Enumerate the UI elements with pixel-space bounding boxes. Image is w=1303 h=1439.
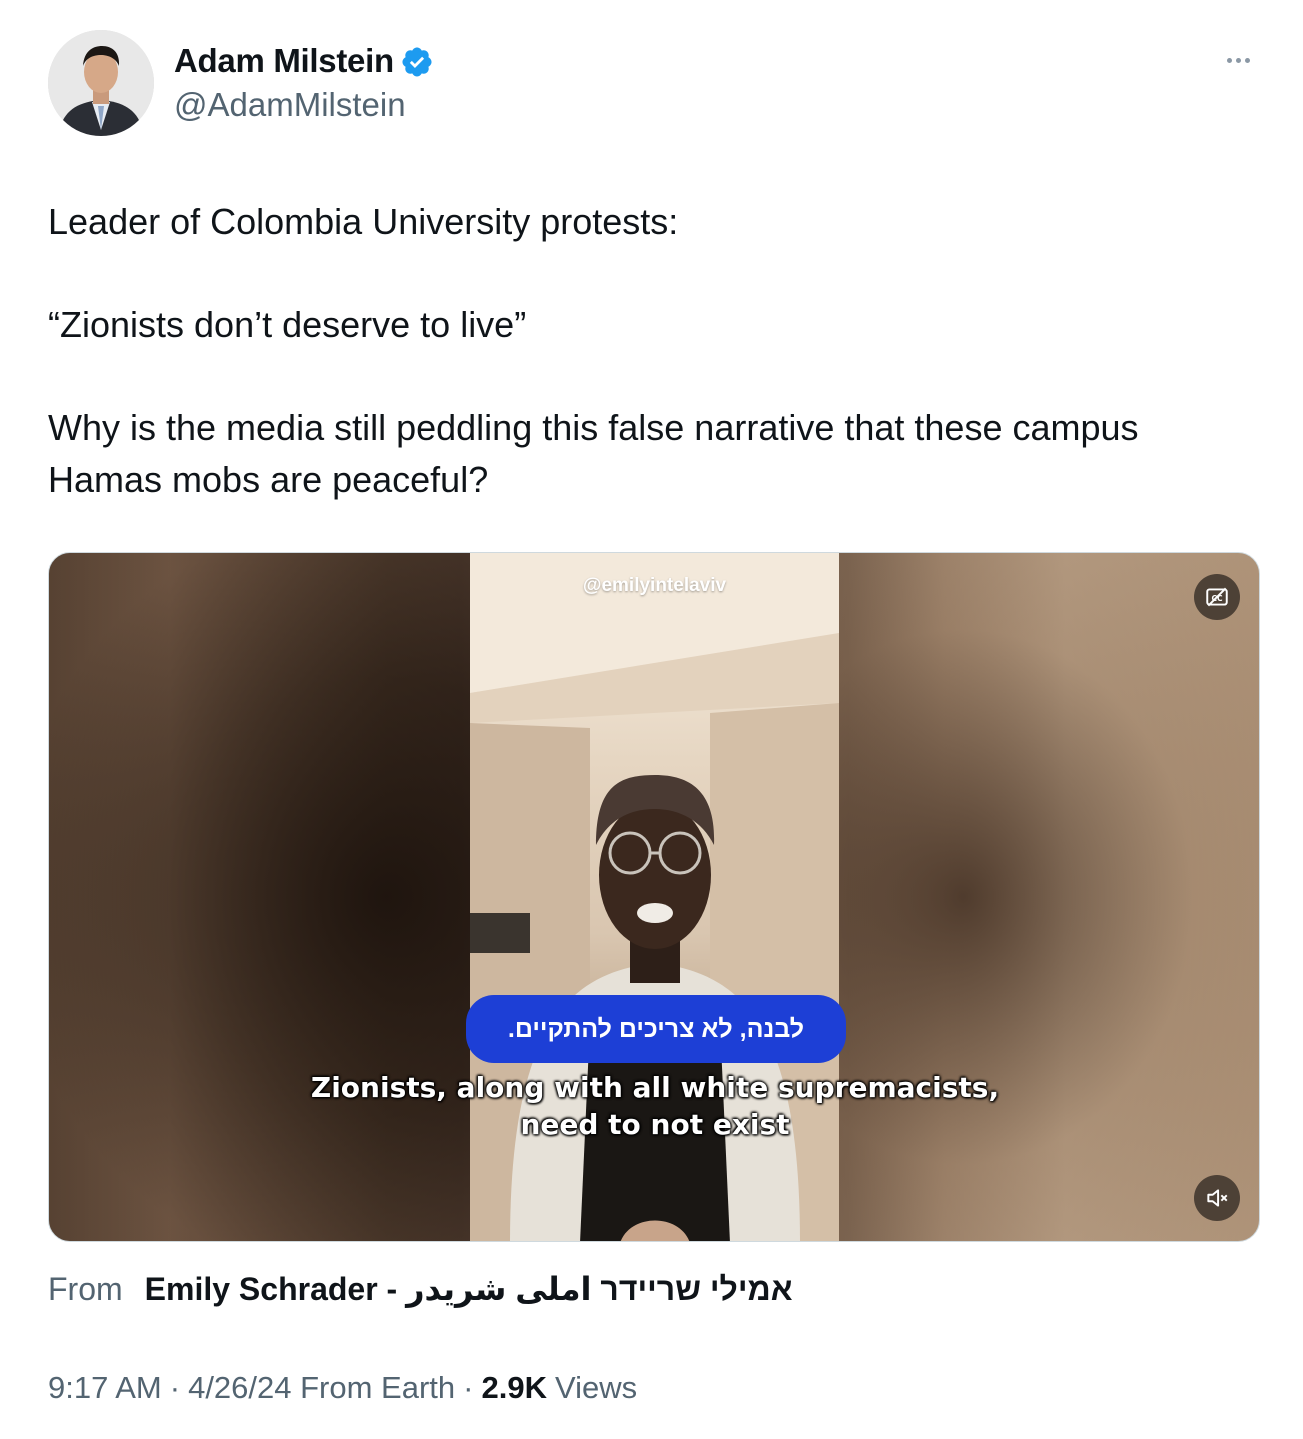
tweet-line: Leader of Colombia University protests: bbox=[48, 201, 679, 242]
avatar-image bbox=[48, 30, 154, 136]
video-watermark: @emilyintelaviv bbox=[582, 575, 727, 596]
separator-dot: · bbox=[463, 1370, 474, 1405]
media-source-row: From Emily Schrader - אמילי שריידר املی … bbox=[48, 1270, 793, 1308]
more-options-icon[interactable] bbox=[1218, 46, 1258, 74]
muted-speaker-icon bbox=[1207, 1189, 1228, 1207]
separator-dot: · bbox=[169, 1370, 181, 1405]
from-label: From bbox=[48, 1271, 123, 1307]
author-avatar[interactable] bbox=[48, 30, 154, 136]
tweet-time[interactable]: 9:17 AM bbox=[48, 1370, 162, 1406]
subtitle-line: Zionists, along with all white supremaci… bbox=[310, 1071, 1000, 1104]
tweet-line: “Zionists don’t deserve to live” bbox=[48, 304, 527, 345]
more-dot bbox=[1226, 57, 1232, 63]
captions-off-button[interactable]: CC bbox=[1194, 574, 1240, 620]
hebrew-caption-badge: לבנה, לא צריכים להתקיים. bbox=[466, 995, 846, 1063]
tweet-date-location[interactable]: 4/26/24 From Earth bbox=[188, 1370, 455, 1406]
media-source-name[interactable]: Emily Schrader - אמילי שריידר املی شریدر bbox=[145, 1270, 793, 1308]
subtitle-line: need to not exist bbox=[520, 1108, 790, 1141]
more-dot bbox=[1244, 57, 1250, 63]
tweet-header: Adam Milstein @AdamMilstein bbox=[48, 30, 1258, 138]
video-player[interactable]: @emilyintelaviv לבנה, לא צריכים להתקיים.… bbox=[48, 552, 1260, 1242]
views-count: 2.9K bbox=[481, 1370, 547, 1405]
more-dot bbox=[1235, 57, 1241, 63]
captions-off-icon: CC bbox=[1206, 587, 1228, 607]
author-handle[interactable]: @AdamMilstein bbox=[174, 86, 406, 124]
tweet-meta: 9:17 AM · 4/26/24 From Earth · 2.9K View… bbox=[48, 1370, 637, 1406]
verified-badge-icon bbox=[402, 47, 432, 77]
english-subtitle: Zionists, along with all white supremaci… bbox=[249, 1069, 1061, 1143]
tweet-text: Leader of Colombia University protests: … bbox=[48, 196, 1248, 506]
views-label: Views bbox=[554, 1370, 638, 1405]
author-display-name[interactable]: Adam Milstein bbox=[174, 42, 394, 80]
tweet-line: Why is the media still peddling this fal… bbox=[48, 407, 1139, 500]
mute-button[interactable] bbox=[1194, 1175, 1240, 1221]
